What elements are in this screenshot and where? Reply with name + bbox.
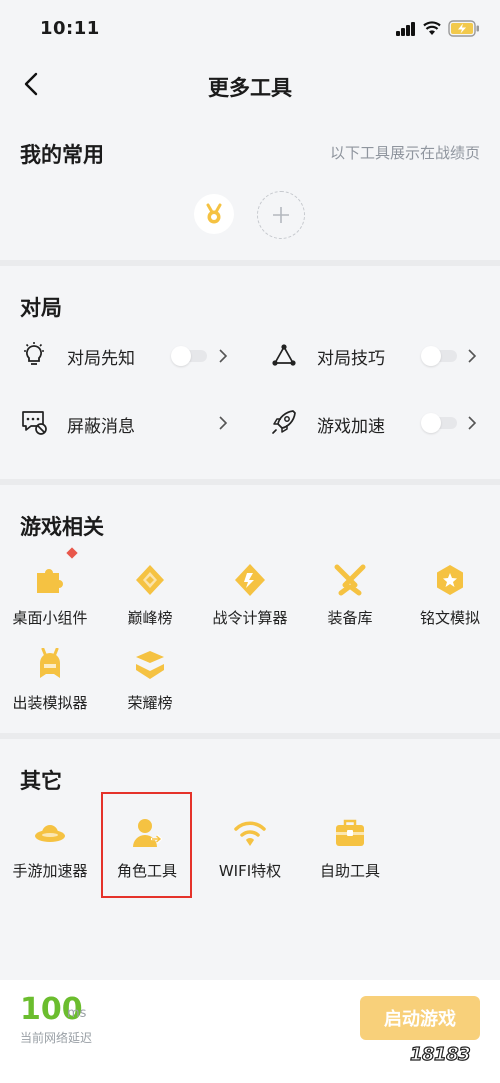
helmet-icon <box>40 647 60 678</box>
toggle-match-tips[interactable] <box>421 346 459 366</box>
puzzle-icon <box>37 569 63 593</box>
match-item-label[interactable]: 游戏加速 <box>317 412 385 437</box>
section-divider <box>0 260 500 266</box>
tool-self-service[interactable]: 自助工具 <box>300 816 400 881</box>
new-badge-dot <box>66 547 78 559</box>
block-message-icon <box>22 411 47 435</box>
section-title-other: 其它 <box>20 769 62 793</box>
medal-icon <box>206 203 222 224</box>
favorite-tool-medal[interactable] <box>194 194 234 234</box>
glory-icon <box>136 651 164 679</box>
tool-glory-ranking[interactable]: 荣耀榜 <box>100 648 200 713</box>
chevron-right-icon[interactable] <box>467 416 477 430</box>
pass-calculator-icon <box>235 564 265 596</box>
tool-build-simulator[interactable]: 出装模拟器 <box>0 647 100 713</box>
section-title-game: 游戏相关 <box>20 515 104 539</box>
bulb-icon <box>24 342 44 365</box>
tool-wifi-privilege[interactable]: WIFI特权 <box>200 816 300 881</box>
page-title: 更多工具 <box>208 76 292 100</box>
chevron-right-icon[interactable] <box>218 416 228 430</box>
tool-desktop-widget[interactable]: 桌面小组件 <box>0 563 100 628</box>
match-item-label[interactable]: 对局先知 <box>67 344 135 369</box>
wifi-shield-icon <box>234 821 266 846</box>
ping-unit: ms <box>67 1006 87 1021</box>
tool-mobile-accelerator[interactable]: 手游加速器 <box>0 816 100 881</box>
wifi-icon <box>423 21 441 35</box>
triangle-nodes-icon <box>272 344 296 366</box>
rocket-icon <box>272 410 296 434</box>
chevron-right-icon[interactable] <box>467 349 477 363</box>
ufo-icon <box>35 825 65 842</box>
status-time: 10:11 <box>40 18 100 39</box>
plus-icon <box>273 207 289 223</box>
tool-peak-ranking[interactable]: 巅峰榜 <box>100 563 200 628</box>
match-item-label[interactable]: 对局技巧 <box>317 344 385 369</box>
tool-inscription-sim[interactable]: 铭文模拟 <box>400 563 500 628</box>
match-item-label[interactable]: 屏蔽消息 <box>67 412 135 437</box>
highlight-box <box>101 792 192 898</box>
site-watermark-logo: 18183 <box>409 1043 471 1065</box>
chevron-right-icon[interactable] <box>218 349 228 363</box>
section-divider <box>0 479 500 485</box>
section-title-favorites: 我的常用 <box>20 143 104 167</box>
toolbox-icon <box>336 819 364 846</box>
ping-label: 当前网络延迟 <box>20 1031 93 1045</box>
favorites-hint: 以下工具展示在战绩页 <box>329 144 480 162</box>
tool-pass-calculator[interactable]: 战令计算器 <box>200 563 300 628</box>
tool-equipment-library[interactable]: 装备库 <box>300 563 400 628</box>
hexagon-star-icon <box>437 565 463 595</box>
peak-icon <box>136 565 164 595</box>
crossed-swords-icon <box>334 564 366 596</box>
cellular-signal-icon <box>396 22 416 36</box>
section-divider <box>0 733 500 739</box>
toggle-game-boost[interactable] <box>421 413 459 433</box>
add-favorite-button[interactable] <box>257 191 305 239</box>
battery-charging-icon <box>448 20 479 37</box>
toggle-match-insight[interactable] <box>171 346 209 366</box>
start-game-button[interactable]: 启动游戏 <box>360 996 480 1040</box>
section-title-match: 对局 <box>20 296 62 320</box>
